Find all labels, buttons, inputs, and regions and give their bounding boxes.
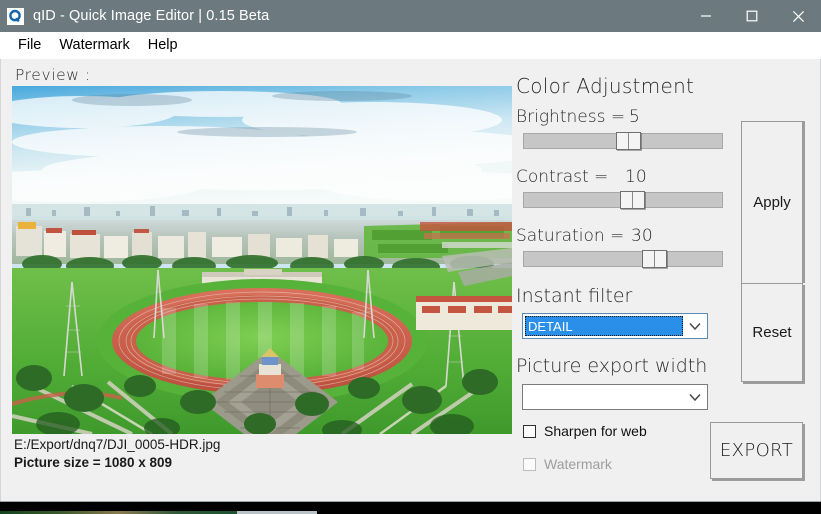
saturation-slider-thumb[interactable] <box>642 250 667 268</box>
application-window: qID - Quick Image Editor | 0.15 Beta Fil… <box>0 0 821 514</box>
export-width-combobox[interactable] <box>522 384 708 410</box>
minimize-icon[interactable] <box>683 0 729 32</box>
contrast-slider-thumb[interactable] <box>620 191 645 209</box>
brightness-label: Brightness = <box>516 107 626 127</box>
menu-item-file[interactable]: File <box>9 35 50 56</box>
sharpen-for-web-label: Sharpen for web <box>544 423 647 439</box>
saturation-slider[interactable] <box>523 250 723 268</box>
chevron-down-icon[interactable] <box>683 385 707 409</box>
aerial-stadium-photo <box>12 86 512 434</box>
menu-bar: File Watermark Help <box>0 32 821 59</box>
brightness-slider[interactable] <box>523 132 723 150</box>
export-width-heading: Picture export width <box>516 355 708 377</box>
reset-button[interactable]: Reset <box>741 283 803 382</box>
brightness-slider-thumb[interactable] <box>616 132 641 150</box>
close-icon[interactable] <box>775 0 821 32</box>
checkbox-box[interactable] <box>523 424 536 438</box>
maximize-icon[interactable] <box>729 0 775 32</box>
app-q-icon <box>7 7 24 25</box>
menu-item-watermark[interactable]: Watermark <box>50 35 138 56</box>
apply-button[interactable]: Apply <box>741 121 803 283</box>
file-path-text: E:/Export/dnq7/DJI_0005-HDR.jpg <box>14 437 221 452</box>
picture-size-text: Picture size = 1080 x 809 <box>14 455 172 470</box>
instant-filter-combobox[interactable]: DETAIL <box>522 313 708 339</box>
export-width-selected-value <box>523 385 683 409</box>
preview-heading: Preview : <box>15 66 91 84</box>
checkbox-box <box>523 457 536 471</box>
preview-image <box>12 86 512 434</box>
contrast-slider[interactable] <box>523 191 723 209</box>
saturation-value: 30 <box>631 226 653 246</box>
menu-item-help[interactable]: Help <box>139 35 187 56</box>
window-title: qID - Quick Image Editor | 0.15 Beta <box>33 8 270 24</box>
contrast-value: 10 <box>625 167 647 187</box>
brightness-value: 5 <box>629 107 640 127</box>
watermark-checkbox: Watermark <box>523 456 612 472</box>
desktop-strip <box>0 502 821 514</box>
sharpen-for-web-checkbox[interactable]: Sharpen for web <box>523 423 647 439</box>
client-area: Preview : E:/Export/dnq7/DJI_0005-HDR.jp… <box>0 59 821 502</box>
contrast-label: Contrast = <box>516 167 609 187</box>
saturation-label: Saturation = <box>516 226 625 246</box>
title-bar: qID - Quick Image Editor | 0.15 Beta <box>0 0 821 32</box>
window-controls <box>683 0 821 32</box>
watermark-label: Watermark <box>544 456 612 472</box>
instant-filter-selected-value: DETAIL <box>525 316 683 336</box>
chevron-down-icon[interactable] <box>683 314 707 338</box>
instant-filter-heading: Instant filter <box>516 285 633 307</box>
export-button[interactable]: EXPORT <box>710 422 803 479</box>
color-adjustment-heading: Color Adjustment <box>516 74 695 98</box>
